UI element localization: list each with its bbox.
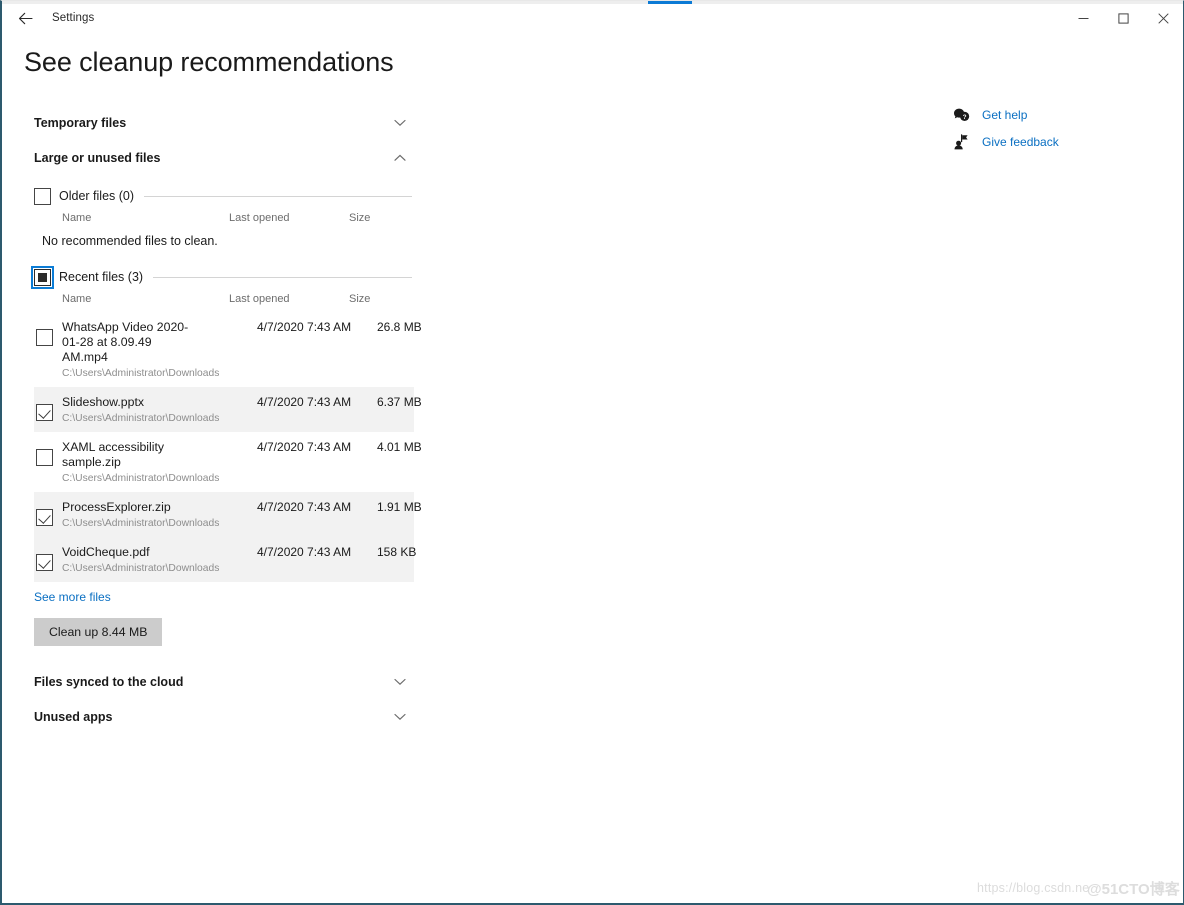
get-help-item[interactable]: ? Get help (952, 101, 1132, 128)
chevron-down-icon[interactable] (390, 672, 410, 692)
maximize-button[interactable] (1103, 4, 1143, 32)
file-last-opened: 4/7/2020 7:43 AM (257, 395, 351, 409)
file-path: C:\Users\Administrator\Downloads (62, 516, 414, 531)
file-size: 4.01 MB (377, 440, 422, 454)
see-more-files-container: See more files (34, 582, 414, 606)
file-name: Slideshow.pptx (62, 395, 200, 410)
row-content: Slideshow.pptxC:\Users\Administrator\Dow… (62, 395, 414, 426)
column-header-last-opened: Last opened (229, 293, 290, 305)
page-title: See cleanup recommendations (24, 47, 394, 78)
row-content: WhatsApp Video 2020-01-28 at 8.09.49 AM.… (62, 320, 414, 381)
clean-up-button[interactable]: Clean up 8.44 MB (34, 618, 162, 646)
table-row[interactable]: XAML accessibility sample.zipC:\Users\Ad… (34, 432, 414, 492)
column-header-name: Name (62, 293, 91, 305)
older-files-empty-message: No recommended files to clean. (34, 231, 414, 248)
feedback-person-icon (952, 133, 970, 151)
file-last-opened: 4/7/2020 7:43 AM (257, 320, 351, 334)
file-last-opened: 4/7/2020 7:43 AM (257, 500, 351, 514)
file-name: VoidCheque.pdf (62, 545, 200, 560)
chevron-down-icon[interactable] (390, 707, 410, 727)
recent-files-checkbox[interactable] (34, 269, 51, 286)
file-name: WhatsApp Video 2020-01-28 at 8.09.49 AM.… (62, 320, 200, 365)
row-content: VoidCheque.pdfC:\Users\Administrator\Dow… (62, 545, 414, 576)
divider (144, 196, 412, 197)
older-files-checkbox[interactable] (34, 188, 51, 205)
table-row[interactable]: WhatsApp Video 2020-01-28 at 8.09.49 AM.… (34, 312, 414, 387)
table-row[interactable]: VoidCheque.pdfC:\Users\Administrator\Dow… (34, 537, 414, 582)
section-label: Large or unused files (34, 151, 160, 165)
give-feedback-label: Give feedback (982, 135, 1059, 149)
section-label: Unused apps (34, 710, 113, 724)
svg-text:?: ? (962, 114, 966, 121)
column-header-size: Size (349, 212, 370, 224)
group-recent-files[interactable]: Recent files (3) (34, 264, 414, 290)
row-checkbox-container (34, 545, 62, 576)
title-bar: Settings (2, 4, 1183, 32)
row-checkbox[interactable] (36, 509, 53, 526)
row-checkbox-container (34, 395, 62, 426)
row-checkbox-container (34, 320, 62, 381)
main-content: Temporary files Large or unused files Ol… (34, 105, 414, 734)
row-checkbox[interactable] (36, 329, 53, 346)
window-title: Settings (52, 12, 94, 24)
file-last-opened: 4/7/2020 7:43 AM (257, 440, 351, 454)
older-files-column-headers: Name Last opened Size (34, 209, 414, 231)
file-size: 1.91 MB (377, 500, 422, 514)
caption-buttons (1063, 4, 1183, 32)
divider (153, 277, 412, 278)
right-rail: ? Get help Give feedback (952, 101, 1132, 155)
recent-files-list: WhatsApp Video 2020-01-28 at 8.09.49 AM.… (34, 312, 414, 582)
file-last-opened: 4/7/2020 7:43 AM (257, 545, 351, 559)
row-content: ProcessExplorer.zipC:\Users\Administrato… (62, 500, 414, 531)
column-header-last-opened: Last opened (229, 212, 290, 224)
file-size: 158 KB (377, 545, 416, 559)
recent-files-label: Recent files (3) (59, 270, 143, 284)
row-checkbox[interactable] (36, 554, 53, 571)
section-temporary-files[interactable]: Temporary files (34, 105, 414, 140)
file-size: 6.37 MB (377, 395, 422, 409)
back-button[interactable] (8, 5, 42, 31)
file-path: C:\Users\Administrator\Downloads (62, 471, 414, 486)
row-checkbox-container (34, 500, 62, 531)
group-older-files[interactable]: Older files (0) (34, 183, 414, 209)
close-button[interactable] (1143, 4, 1183, 32)
file-name: ProcessExplorer.zip (62, 500, 200, 515)
recent-files-column-headers: Name Last opened Size (34, 290, 414, 312)
chevron-up-icon[interactable] (390, 148, 410, 168)
row-checkbox[interactable] (36, 449, 53, 466)
watermark-url: https://blog.csdn.ne (977, 881, 1089, 895)
chevron-down-icon[interactable] (390, 113, 410, 133)
older-files-label: Older files (0) (59, 189, 134, 203)
give-feedback-item[interactable]: Give feedback (952, 128, 1132, 155)
settings-window: Settings See cleanup recommendations Tem… (0, 0, 1184, 905)
section-large-or-unused-files[interactable]: Large or unused files (34, 140, 414, 175)
column-header-name: Name (62, 212, 91, 224)
row-checkbox-container (34, 440, 62, 486)
see-more-files-link[interactable]: See more files (34, 590, 111, 604)
table-row[interactable]: Slideshow.pptxC:\Users\Administrator\Dow… (34, 387, 414, 432)
section-label: Temporary files (34, 116, 126, 130)
file-size: 26.8 MB (377, 320, 422, 334)
get-help-label: Get help (982, 108, 1027, 122)
file-name: XAML accessibility sample.zip (62, 440, 200, 470)
help-chat-icon: ? (952, 106, 970, 124)
file-path: C:\Users\Administrator\Downloads (62, 366, 414, 381)
section-label: Files synced to the cloud (34, 675, 183, 689)
file-path: C:\Users\Administrator\Downloads (62, 411, 414, 426)
row-content: XAML accessibility sample.zipC:\Users\Ad… (62, 440, 414, 486)
file-path: C:\Users\Administrator\Downloads (62, 561, 414, 576)
row-checkbox[interactable] (36, 404, 53, 421)
table-row[interactable]: ProcessExplorer.zipC:\Users\Administrato… (34, 492, 414, 537)
section-files-synced-to-the-cloud[interactable]: Files synced to the cloud (34, 664, 414, 699)
watermark-tag: @51CTO博客 (1087, 878, 1180, 899)
minimize-button[interactable] (1063, 4, 1103, 32)
column-header-size: Size (349, 293, 370, 305)
section-unused-apps[interactable]: Unused apps (34, 699, 414, 734)
